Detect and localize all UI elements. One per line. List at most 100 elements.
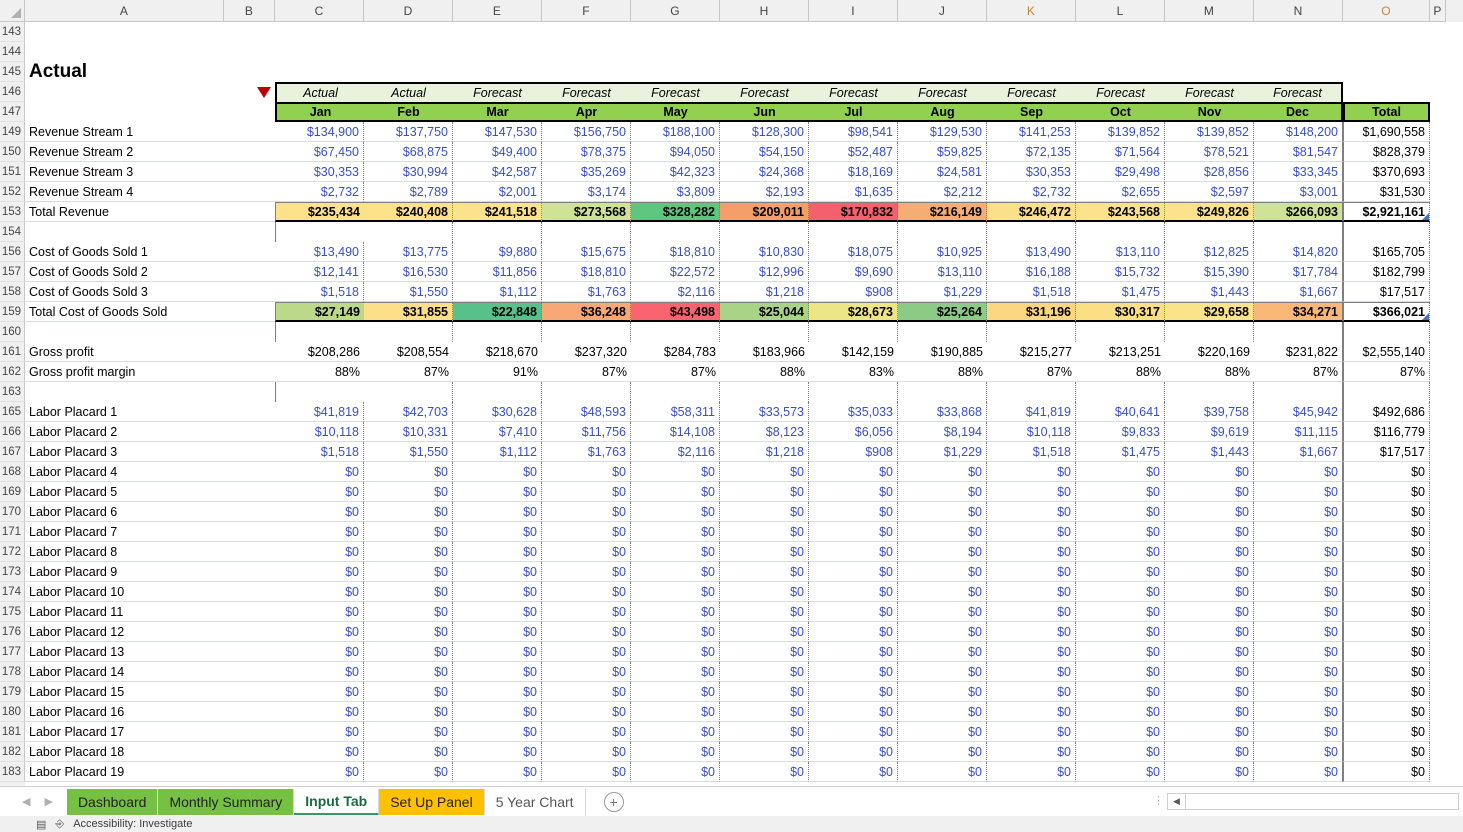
cogs-row-1-v8[interactable]: $13,490	[987, 242, 1076, 262]
labor-placard-row-13-v0[interactable]: $0	[275, 642, 364, 662]
labor-placard-row-1-v1[interactable]: $42,703	[364, 402, 453, 422]
labor-placard-row-6-v7[interactable]: $0	[898, 502, 987, 522]
labor-placard-row-13-label[interactable]: Labor Placard 13	[25, 642, 224, 662]
cell-O154[interactable]	[1343, 222, 1430, 242]
prev-sheet-icon[interactable]: ◀	[22, 795, 30, 808]
gross-profit-margin-row-v5[interactable]: 88%	[720, 362, 809, 382]
cogs-row-2-v7[interactable]: $13,110	[898, 262, 987, 282]
labor-placard-row-16-v4[interactable]: $0	[631, 702, 720, 722]
labor-placard-row-2-blank[interactable]	[224, 422, 275, 442]
cell-145-1[interactable]	[364, 62, 453, 82]
revenue-row-2-v9[interactable]: $71,564	[1076, 142, 1165, 162]
labor-placard-row-3-v6[interactable]: $908	[809, 442, 898, 462]
gross-profit-row-v9[interactable]: $213,251	[1076, 342, 1165, 362]
labor-placard-row-15-v11[interactable]: $0	[1254, 682, 1343, 702]
cogs-row-3-v3[interactable]: $1,763	[542, 282, 631, 302]
labor-placard-row-14-blank[interactable]	[224, 662, 275, 682]
labor-placard-row-2-v8[interactable]: $10,118	[987, 422, 1076, 442]
gross-profit-row-v0[interactable]: $208,286	[275, 342, 364, 362]
gross-profit-margin-row-v0[interactable]: 88%	[275, 362, 364, 382]
cell-144-1[interactable]	[364, 42, 453, 62]
cogs-row-3-v1[interactable]: $1,550	[364, 282, 453, 302]
labor-placard-row-3-v8[interactable]: $1,518	[987, 442, 1076, 462]
labor-placard-row-18-v2[interactable]: $0	[453, 742, 542, 762]
labor-placard-row-7-blank[interactable]	[224, 522, 275, 542]
labor-placard-row-3-total[interactable]: $17,517	[1343, 442, 1430, 462]
total-cogs-row-total[interactable]: $366,021	[1343, 302, 1430, 322]
sheet-tab-dashboard[interactable]: Dashboard	[67, 789, 159, 815]
total-revenue-row-label[interactable]: Total Revenue	[25, 202, 224, 222]
cell-144-0[interactable]	[275, 42, 364, 62]
labor-placard-row-1-v7[interactable]: $33,868	[898, 402, 987, 422]
labor-placard-row-6-v3[interactable]: $0	[542, 502, 631, 522]
cell-145-2[interactable]	[453, 62, 542, 82]
labor-placard-row-17-v2[interactable]: $0	[453, 722, 542, 742]
cell-143-3[interactable]	[542, 22, 631, 42]
revenue-row-4-v3[interactable]: $3,174	[542, 182, 631, 202]
sheet-tab-monthly-summary[interactable]: Monthly Summary	[158, 789, 294, 815]
labor-placard-row-19-v9[interactable]: $0	[1076, 762, 1165, 782]
labor-placard-row-2-v3[interactable]: $11,756	[542, 422, 631, 442]
revenue-row-1-v5[interactable]: $128,300	[720, 122, 809, 142]
labor-placard-row-12-v2[interactable]: $0	[453, 622, 542, 642]
revenue-row-3-v9[interactable]: $29,498	[1076, 162, 1165, 182]
labor-placard-row-19-v3[interactable]: $0	[542, 762, 631, 782]
gross-profit-row-v7[interactable]: $190,885	[898, 342, 987, 362]
total-revenue-row-v1[interactable]: $240,408	[364, 202, 453, 222]
revenue-row-4-v1[interactable]: $2,789	[364, 182, 453, 202]
cogs-row-3-total[interactable]: $17,517	[1343, 282, 1430, 302]
revenue-row-4-v9[interactable]: $2,655	[1076, 182, 1165, 202]
labor-placard-row-4-v1[interactable]: $0	[364, 462, 453, 482]
labor-placard-row-18-total[interactable]: $0	[1343, 742, 1430, 762]
row-header-177[interactable]: 177	[0, 642, 25, 662]
gross-profit-row-v8[interactable]: $215,277	[987, 342, 1076, 362]
total-revenue-row-v4[interactable]: $328,282	[631, 202, 720, 222]
cogs-row-2-v8[interactable]: $16,188	[987, 262, 1076, 282]
column-header-P[interactable]: P	[1430, 0, 1446, 22]
cell-B163[interactable]	[224, 382, 275, 402]
labor-placard-row-8-total[interactable]: $0	[1343, 542, 1430, 562]
cell-163-9[interactable]	[1076, 382, 1165, 402]
labor-placard-row-7-v8[interactable]: $0	[987, 522, 1076, 542]
row-header-174[interactable]: 174	[0, 582, 25, 602]
labor-placard-row-15-v8[interactable]: $0	[987, 682, 1076, 702]
labor-placard-row-6-v8[interactable]: $0	[987, 502, 1076, 522]
cell-A147[interactable]	[25, 102, 224, 122]
row-header-171[interactable]: 171	[0, 522, 25, 542]
labor-placard-row-14-v6[interactable]: $0	[809, 662, 898, 682]
cell-160-9[interactable]	[1076, 322, 1165, 342]
labor-placard-row-17-v4[interactable]: $0	[631, 722, 720, 742]
revenue-row-1-total[interactable]: $1,690,558	[1343, 122, 1430, 142]
cogs-row-3-v6[interactable]: $908	[809, 282, 898, 302]
labor-placard-row-17-v11[interactable]: $0	[1254, 722, 1343, 742]
labor-placard-row-16-v1[interactable]: $0	[364, 702, 453, 722]
labor-placard-row-18-v9[interactable]: $0	[1076, 742, 1165, 762]
labor-placard-row-6-v11[interactable]: $0	[1254, 502, 1343, 522]
cell-143-8[interactable]	[987, 22, 1076, 42]
cogs-row-1-v4[interactable]: $18,810	[631, 242, 720, 262]
labor-placard-row-10-v9[interactable]: $0	[1076, 582, 1165, 602]
labor-placard-row-13-v1[interactable]: $0	[364, 642, 453, 662]
labor-placard-row-4-blank[interactable]	[224, 462, 275, 482]
labor-placard-row-19-v0[interactable]: $0	[275, 762, 364, 782]
labor-placard-row-14-total[interactable]: $0	[1343, 662, 1430, 682]
cogs-row-2-v5[interactable]: $12,996	[720, 262, 809, 282]
labor-placard-row-2-v7[interactable]: $8,194	[898, 422, 987, 442]
month-header-Oct[interactable]: Oct	[1076, 102, 1165, 122]
labor-placard-row-2-v6[interactable]: $6,056	[809, 422, 898, 442]
cogs-row-1-blank[interactable]	[224, 242, 275, 262]
labor-placard-row-13-v8[interactable]: $0	[987, 642, 1076, 662]
gross-profit-margin-row-v4[interactable]: 87%	[631, 362, 720, 382]
revenue-row-2-v11[interactable]: $81,547	[1254, 142, 1343, 162]
revenue-row-3-v6[interactable]: $18,169	[809, 162, 898, 182]
cell-145-4[interactable]	[631, 62, 720, 82]
revenue-row-3-v5[interactable]: $24,368	[720, 162, 809, 182]
cell-143-10[interactable]	[1165, 22, 1254, 42]
labor-placard-row-1-label[interactable]: Labor Placard 1	[25, 402, 224, 422]
revenue-row-2-v7[interactable]: $59,825	[898, 142, 987, 162]
labor-placard-row-12-v11[interactable]: $0	[1254, 622, 1343, 642]
total-cogs-row-v8[interactable]: $31,196	[987, 302, 1076, 322]
cell-144-5[interactable]	[720, 42, 809, 62]
labor-placard-row-5-v3[interactable]: $0	[542, 482, 631, 502]
revenue-row-1-v1[interactable]: $137,750	[364, 122, 453, 142]
